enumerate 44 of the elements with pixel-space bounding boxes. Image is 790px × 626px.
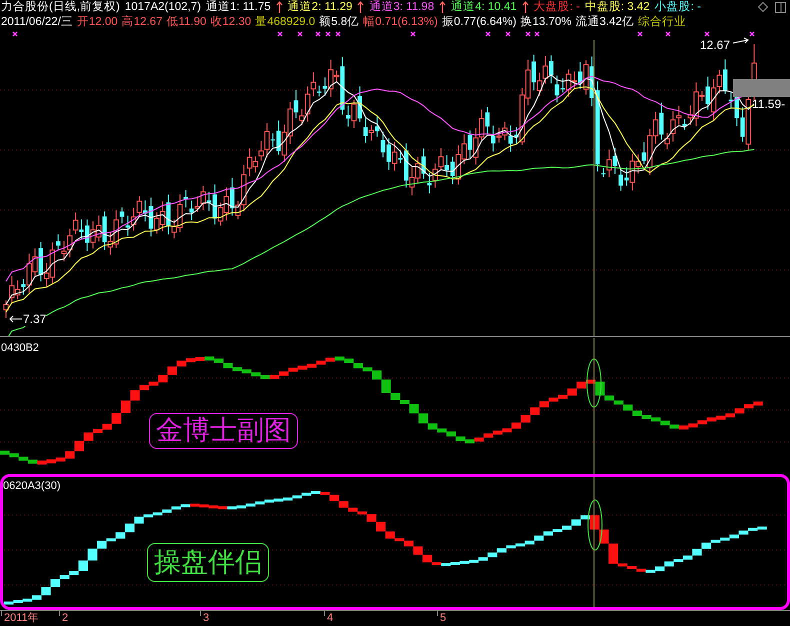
channel-value: 通道2: 11.29 — [288, 0, 352, 15]
price-label: 7.37 — [23, 312, 46, 326]
axis-label: 2 — [62, 612, 68, 625]
axis-label: 4 — [327, 612, 334, 625]
channel-value: 通道4: 10.41 — [451, 0, 517, 15]
quote-field: 开12.00 — [76, 15, 118, 30]
stock-title: 力合股份(日线,前复权) — [1, 0, 120, 15]
indicator-name: 0430B2 — [1, 341, 39, 356]
quote-field: 高12.67 — [122, 15, 162, 30]
arrow-icon — [9, 316, 22, 322]
indicator-name: 0620A3(30) — [3, 479, 60, 494]
axis-label: 5 — [440, 612, 446, 625]
price-label: 11.59- — [752, 96, 786, 113]
formula-name: 1017A2(102,7) — [124, 0, 201, 15]
quote-field: 收12.30 — [210, 15, 252, 30]
up-arrow-icon — [357, 1, 364, 14]
arrow-icon — [732, 38, 749, 44]
cap-value: 大盘股: - — [534, 0, 580, 15]
quote-field: 低11.90 — [166, 15, 206, 30]
axis-label: 2011年 — [4, 612, 39, 625]
current-price-highlight — [733, 79, 790, 97]
axis-label: 3 — [203, 612, 210, 625]
industry-label: 综合行业 — [638, 15, 686, 30]
channel-value: 通道1: 11.75 — [206, 0, 271, 15]
quote-field: 换13.70% — [520, 15, 572, 30]
highlight-ellipse — [586, 358, 602, 408]
panel-caption: 操盘伴侣 — [147, 543, 269, 582]
highlight-ellipse — [588, 500, 602, 550]
quote-field: 流通3.42亿 — [575, 15, 634, 30]
cap-value: 小盘股: - — [654, 0, 701, 15]
channel-value: 通道3: 11.98 — [369, 0, 434, 15]
up-arrow-icon — [522, 1, 529, 14]
panel-caption: 金博士副图 — [149, 413, 298, 449]
cap-value: 中盘股: 3.42 — [584, 0, 650, 15]
up-arrow-icon — [439, 1, 446, 14]
quote-field: 幅0.71(6.13%) — [363, 15, 438, 30]
quote-field: 额5.8亿 — [319, 15, 360, 30]
up-arrow-icon — [276, 1, 283, 14]
window-toggle-icon[interactable] — [775, 2, 786, 13]
quote-field: 振0.77(6.64%) — [442, 15, 516, 30]
quote-date: 2011/06/22/三 — [1, 15, 73, 30]
price-label: 12.67 — [700, 37, 730, 54]
quote-field: 量468929.0 — [255, 15, 316, 30]
diamond-icon[interactable] — [758, 2, 768, 12]
